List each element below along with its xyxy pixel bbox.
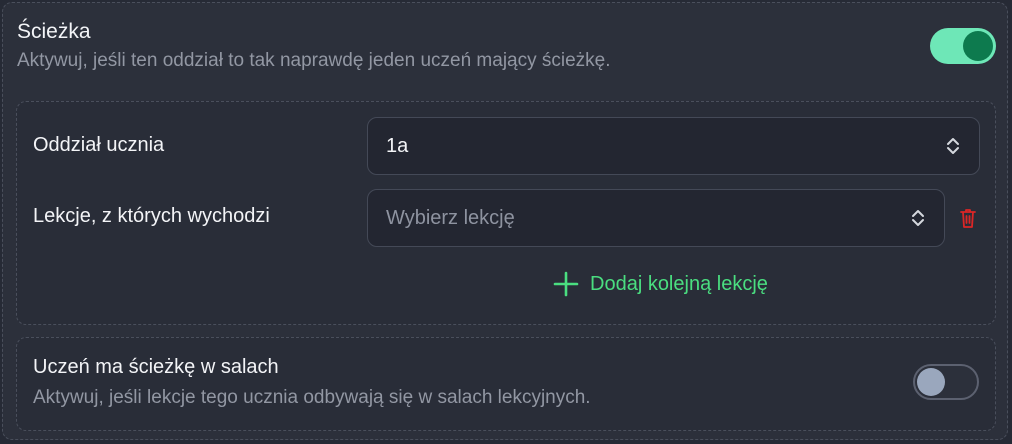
- lesson-select[interactable]: Wybierz lekcję: [367, 189, 945, 247]
- path-description: Aktywuj, jeśli ten oddział to tak napraw…: [17, 50, 611, 71]
- rooms-description: Aktywuj, jeśli lekcje tego ucznia odbywa…: [33, 387, 591, 408]
- lesson-select-placeholder: Wybierz lekcję: [386, 207, 515, 229]
- rooms-toggle-knob: [917, 368, 945, 396]
- plus-icon: [553, 271, 579, 297]
- class-select[interactable]: 1a: [367, 117, 980, 175]
- add-lesson-label: Dodaj kolejną lekcję: [590, 272, 768, 295]
- path-toggle-knob: [963, 31, 993, 61]
- rooms-title: Uczeń ma ścieżkę w salach: [33, 356, 279, 378]
- path-toggle[interactable]: [930, 28, 996, 64]
- trash-icon[interactable]: [958, 207, 978, 229]
- rooms-section: [16, 337, 996, 431]
- rooms-toggle[interactable]: [913, 364, 979, 400]
- chevron-up-down-icon: [947, 138, 959, 154]
- class-select-value: 1a: [386, 135, 409, 157]
- chevron-up-down-icon: [912, 210, 924, 226]
- add-lesson-button[interactable]: Dodaj kolejną lekcję: [553, 269, 768, 299]
- path-title: Ścieżka: [17, 20, 91, 43]
- class-label: Oddział ucznia: [33, 134, 165, 156]
- lessons-label: Lekcje, z których wychodzi: [33, 205, 270, 227]
